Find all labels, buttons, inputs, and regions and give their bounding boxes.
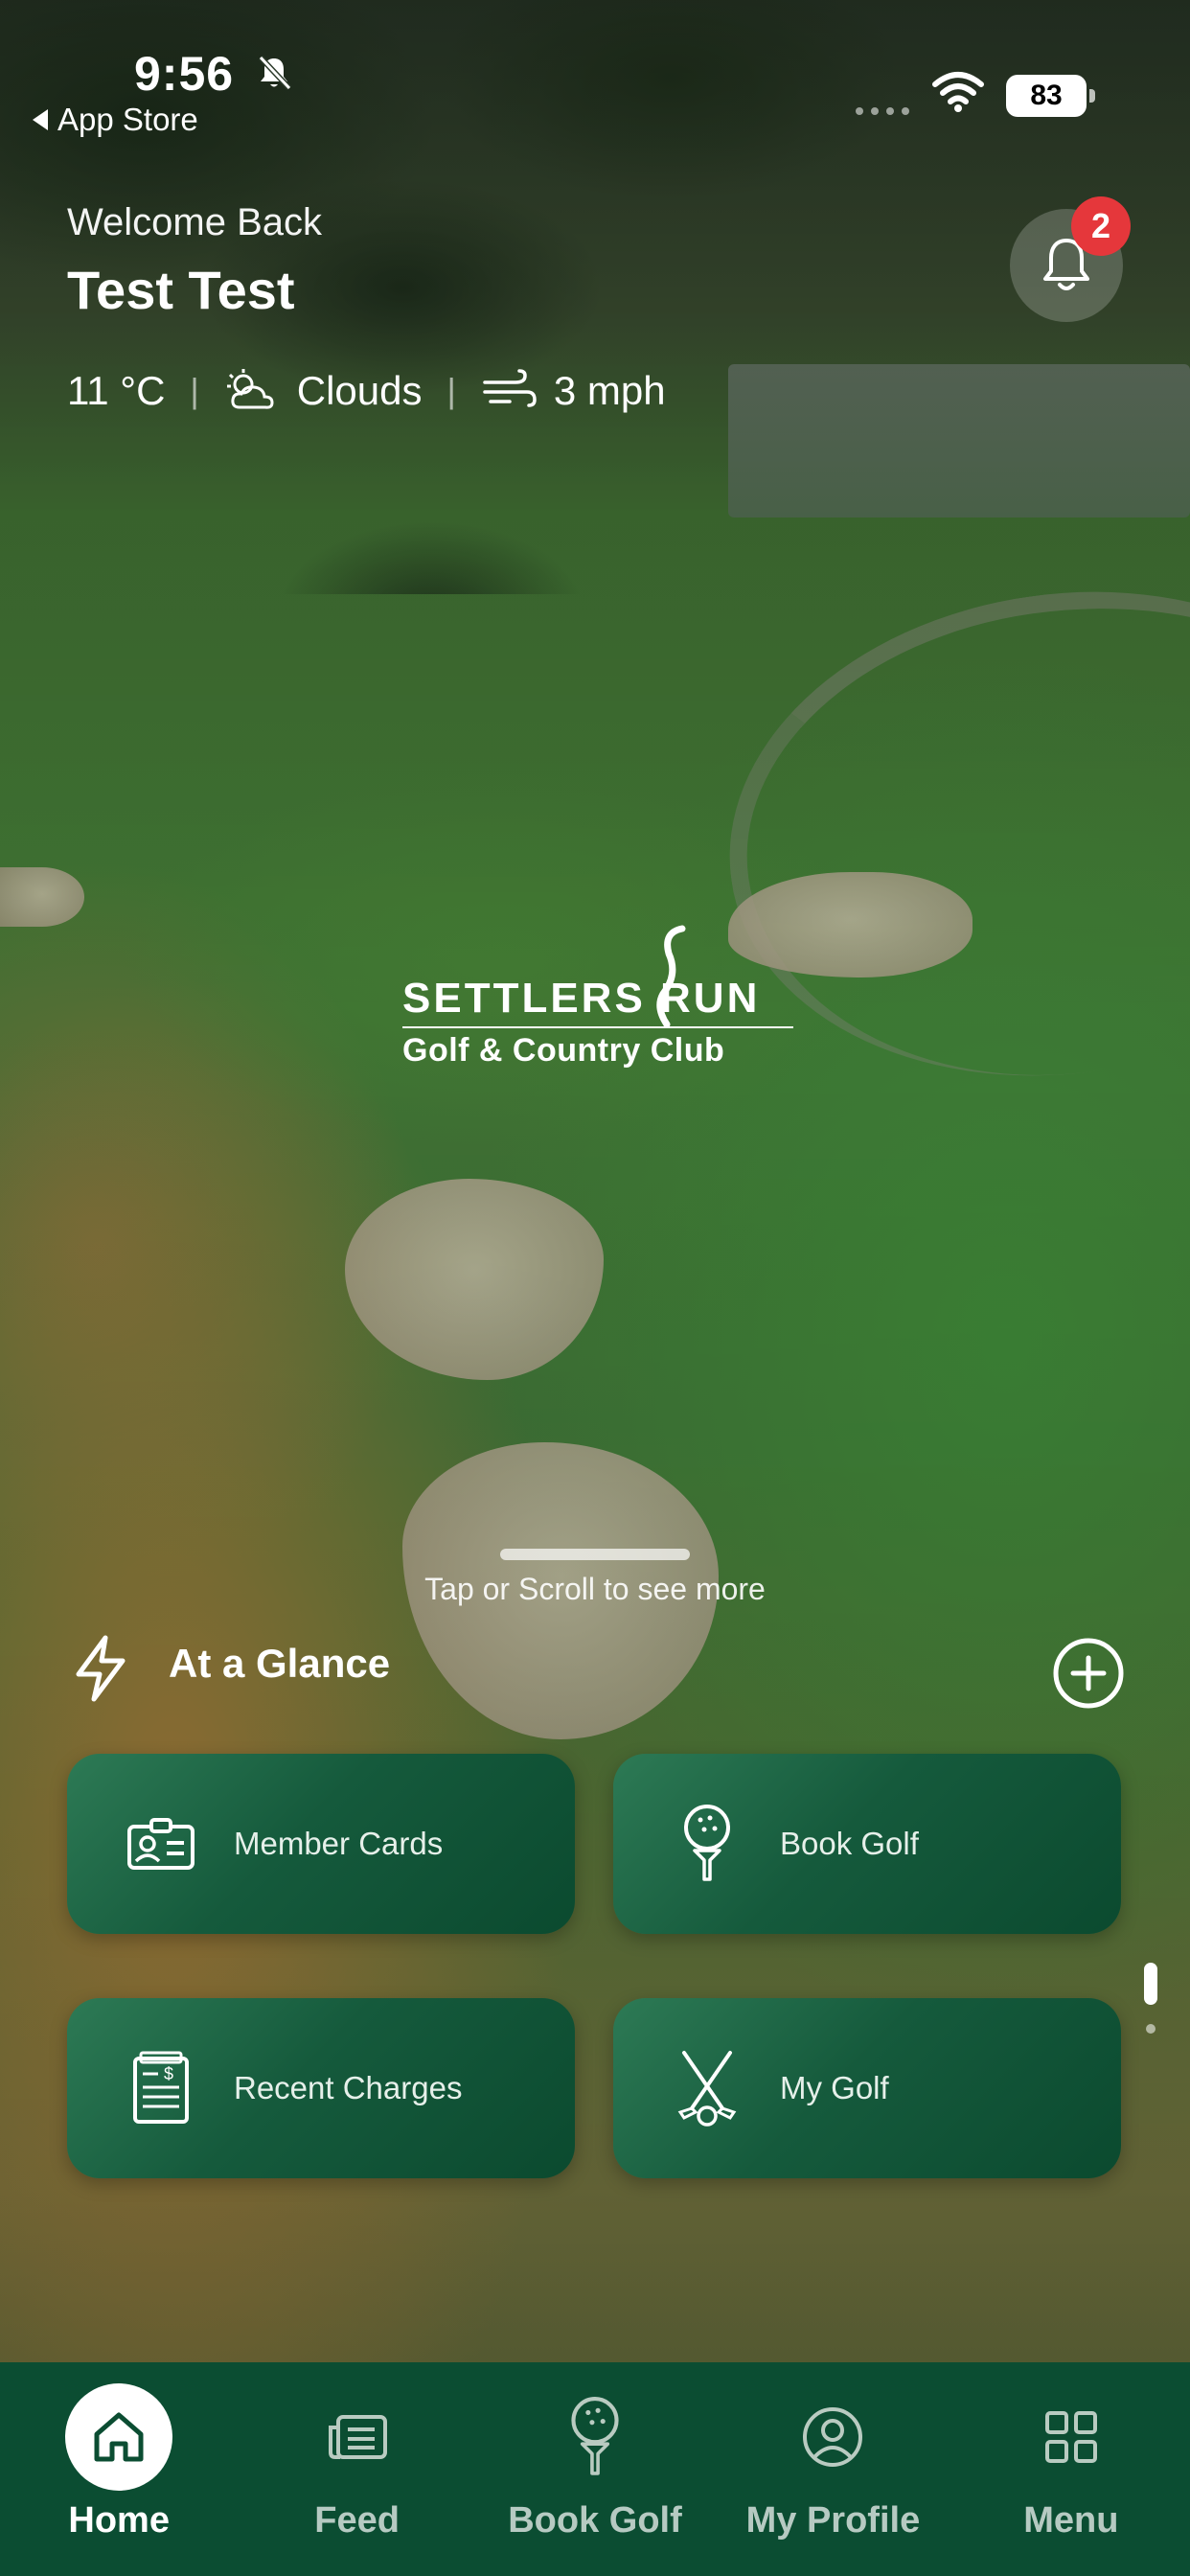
wind-icon [483,369,537,407]
golf-clubs-icon [669,2050,745,2127]
add-circle-icon[interactable] [1052,1637,1125,1710]
welcome-text: Welcome Back [67,201,323,243]
temperature: 11 °C [67,368,166,413]
tile-label: My Golf [780,2070,889,2105]
my-golf-tile[interactable]: My Golf [613,1998,1121,2178]
nav-item-menu[interactable]: Menu [952,2362,1190,2576]
battery-indicator: 83 [1006,75,1095,117]
golf-tee-icon [541,2383,649,2491]
nav-label: Menu [1023,2500,1119,2541]
profile-icon [779,2383,886,2491]
bottom-nav: Home Feed Book Golf My Profile Menu [0,2362,1190,2576]
lightning-icon [76,1635,126,1702]
status-time: 9:56 [134,47,235,101]
logo-title: SETTLERS RUN [402,975,761,1022]
recent-charges-tile[interactable]: $ Recent Charges [67,1998,575,2178]
page-indicator-active [1144,1963,1157,2005]
feed-icon [304,2383,411,2491]
back-to-app-store[interactable]: App Store [33,102,198,138]
logo-subtitle: Golf & Country Club [402,1032,725,1069]
notification-badge: 2 [1071,196,1131,256]
nav-item-my-profile[interactable]: My Profile [714,2362,951,2576]
user-name: Test Test [67,260,295,320]
weather-divider: | [190,371,199,410]
weather-condition: Clouds [296,368,423,413]
scroll-hint[interactable]: Tap or Scroll to see more [0,1572,1190,1607]
id-card-icon [123,1806,199,1882]
signal-dots [856,107,909,115]
member-cards-tile[interactable]: Member Cards [67,1754,575,1934]
nav-label: My Profile [745,2500,921,2541]
nav-label: Feed [314,2500,400,2541]
logo-divider [402,1026,793,1028]
grid-icon [1018,2383,1125,2491]
weather-divider: | [446,371,456,410]
book-golf-tile[interactable]: Book Golf [613,1754,1121,1934]
wifi-icon [932,72,984,112]
tile-label: Member Cards [234,1826,444,1861]
at-a-glance-title: At a Glance [169,1641,391,1686]
nav-label: Book Golf [508,2500,682,2541]
tile-label: Recent Charges [234,2070,463,2105]
golf-tee-icon [669,1805,745,1882]
receipt-icon: $ [123,2050,199,2127]
bell-slash-icon [258,55,292,91]
back-arrow-icon [33,109,48,130]
weather-row: 11 °C | Clouds | 3 mph [67,364,666,418]
tile-label: Book Golf [780,1826,919,1861]
club-logo: SETTLERS RUN Golf & Country Club [393,925,795,1078]
back-app-label: App Store [57,102,198,137]
home-icon [65,2383,173,2491]
nav-label: Home [68,2500,170,2541]
cloud-sun-icon [226,369,274,409]
wind-speed: 3 mph [553,368,666,413]
drag-handle[interactable] [500,1549,690,1560]
page-indicator-dot [1146,2024,1156,2034]
nav-item-book-golf[interactable]: Book Golf [476,2362,714,2576]
nav-item-feed[interactable]: Feed [238,2362,475,2576]
battery-level: 83 [1030,80,1063,111]
nav-item-home[interactable]: Home [0,2362,238,2576]
svg-text:$: $ [164,2064,173,2083]
